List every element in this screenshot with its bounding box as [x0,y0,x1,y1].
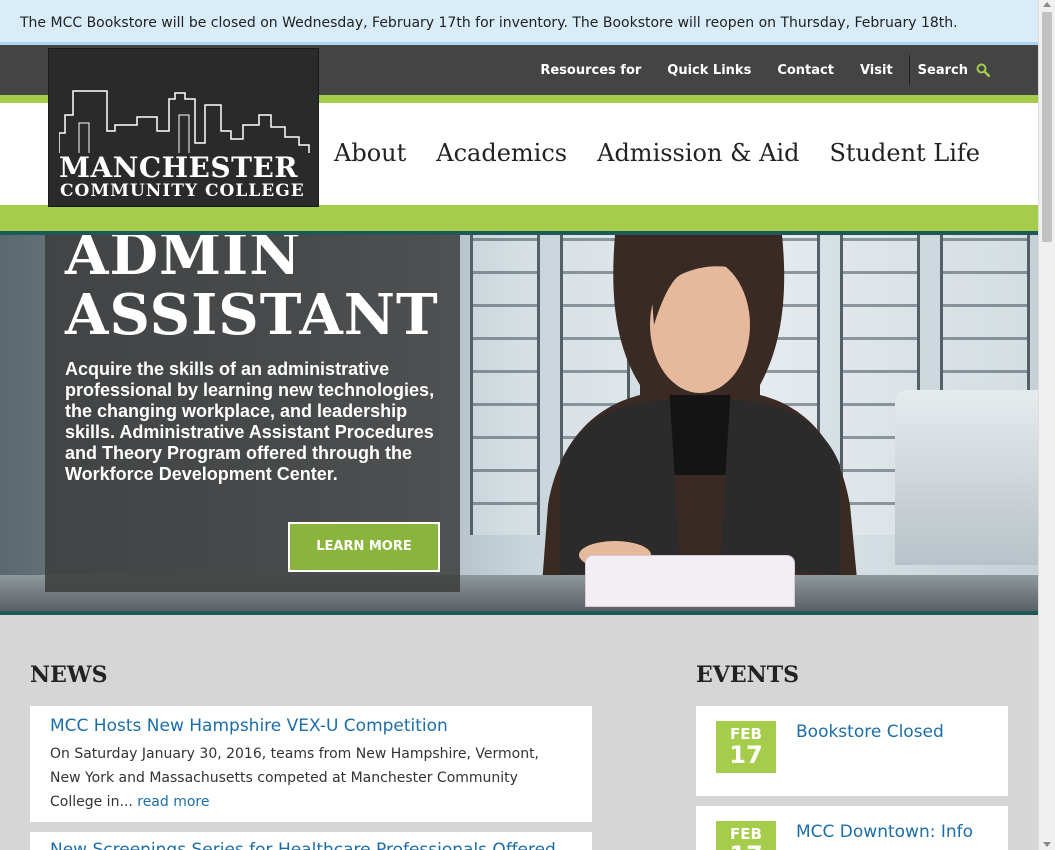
events-heading: EVENTS [696,662,799,688]
event-month: FEB [730,725,762,743]
event-item: FEB 17 MCC Downtown: Info [696,806,1008,850]
nav-item-student-life[interactable]: Student Life [829,139,980,167]
nav-item-academics[interactable]: Academics [436,139,567,167]
search-button[interactable]: Search [918,63,990,78]
event-item: FEB 17 Bookstore Closed [696,706,1008,796]
utility-divider [908,55,910,85]
alert-text: The MCC Bookstore will be closed on Wedn… [20,15,958,31]
scroll-up-icon[interactable] [1043,2,1051,7]
news-item: MCC Hosts New Hampshire VEX-U Competitio… [30,706,592,822]
news-item-title[interactable]: MCC Hosts New Hampshire VEX-U Competitio… [50,716,572,736]
page-scrollbar[interactable] [1038,0,1055,850]
event-day: 17 [716,842,776,850]
news-item-title[interactable]: New Screenings Series for Healthcare Pro… [50,840,556,850]
event-date-badge: FEB 17 [716,721,776,773]
utility-link-contact[interactable]: Contact [777,63,834,78]
logo-name-line2: COMMUNITY COLLEGE [60,181,305,201]
event-day: 17 [729,741,763,769]
hero-description: Acquire the skills of an administrative … [65,359,435,484]
search-label: Search [917,62,968,78]
news-heading: NEWS [30,662,108,688]
utility-link-visit[interactable]: Visit [860,63,893,78]
skyline-icon [59,90,310,153]
accent-stripe-bottom [0,205,1038,231]
college-logo[interactable]: MANCHESTER COMMUNITY COLLEGE [48,48,319,207]
utility-link-resources[interactable]: Resources for [540,63,641,78]
nav-item-about[interactable]: About [334,139,406,167]
hero-banner: ADMIN ASSISTANT Acquire the skills of an… [0,235,1038,611]
nav-item-admission-aid[interactable]: Admission & Aid [597,139,799,167]
event-month: FEB [730,825,762,843]
divider-line [0,611,1038,615]
hero-title-line1: ADMIN [65,235,302,288]
event-title[interactable]: Bookstore Closed [796,722,944,742]
news-item-body: On Saturday January 30, 2016, teams from… [50,742,572,814]
news-item-excerpt: On Saturday January 30, 2016, teams from… [50,746,540,810]
event-title[interactable]: MCC Downtown: Info [796,822,973,842]
main-nav-items: About Academics Admission & Aid Student … [304,139,980,167]
scroll-down-icon[interactable] [1043,842,1051,847]
logo-name-line1: MANCHESTER [59,151,299,184]
utility-link-quick-links[interactable]: Quick Links [667,63,751,78]
alert-banner: The MCC Bookstore will be closed on Wedn… [0,0,1038,45]
book-image [585,555,795,607]
scrollbar-thumb[interactable] [1042,12,1052,242]
utility-links: Resources for Quick Links Contact Visit … [514,45,990,95]
event-date-badge: FEB 17 [716,821,776,850]
learn-more-button[interactable]: LEARN MORE [288,522,440,572]
search-icon [976,63,990,77]
hero-title: ADMIN ASSISTANT [65,235,439,345]
read-more-link[interactable]: read more [137,794,209,810]
laptop-image [895,390,1038,565]
news-item: New Screenings Series for Healthcare Pro… [30,832,592,850]
hero-title-line2: ASSISTANT [65,282,439,348]
